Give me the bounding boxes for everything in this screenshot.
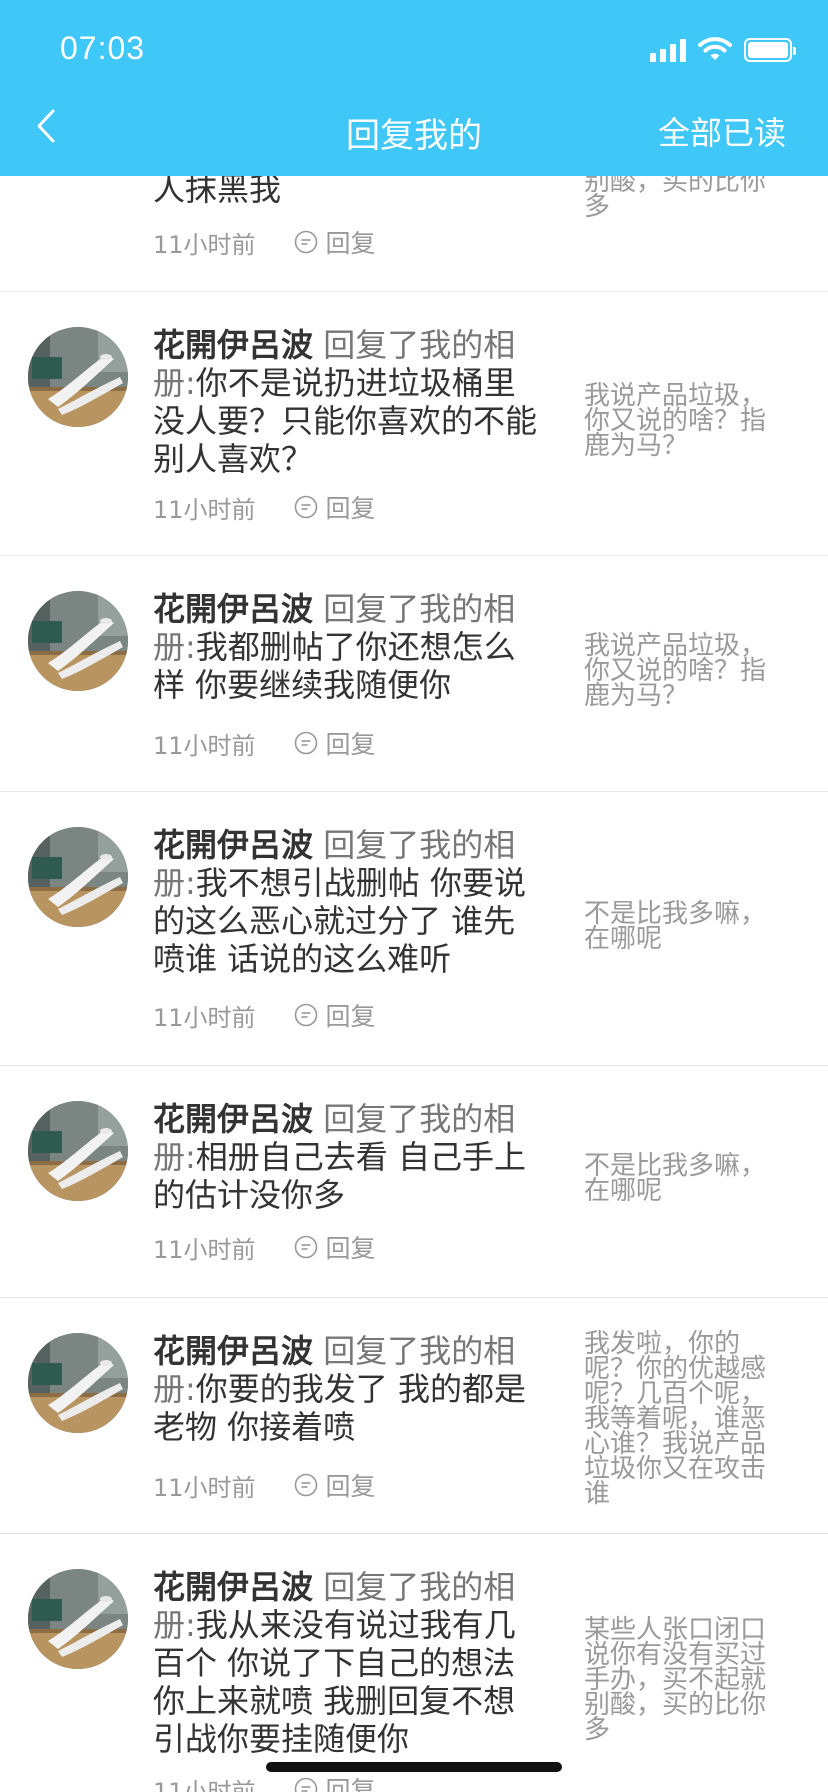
app-header: 07:03 回复我的 全部已读 [0, 0, 828, 176]
mark-all-read-button[interactable]: 全部已读 [658, 108, 786, 154]
battery-icon [744, 38, 796, 62]
reply-button[interactable]: 回复 [294, 1771, 376, 1792]
comment-icon [294, 495, 317, 519]
user-name[interactable]: 花開伊呂波 [153, 826, 313, 864]
reply-meta: 11小时前 回复 [153, 490, 376, 524]
reply-time: 11小时前 [153, 1003, 256, 1032]
reply-time: 11小时前 [153, 1473, 256, 1502]
reply-content: 花開伊呂波 回复了我的相册:你要的我发了 我的都是老物 你接着喷 [153, 1332, 545, 1446]
quoted-comment: 我说产品垃圾，你又说的啥？指鹿为马？ [584, 381, 767, 461]
list-item[interactable]: 花開伊呂波 回复了我的相册:相册自己去看 自己手上的估计没你多 11小时前 回复… [0, 1066, 828, 1298]
user-name[interactable]: 花開伊呂波 [153, 590, 313, 628]
reply-meta: 11小时前 回复 [153, 1468, 376, 1502]
reply-content: 花開伊呂波 回复了我的相册:相册自己去看 自己手上的估计没你多 [153, 1100, 545, 1214]
reply-text: 我从来没有说过我有几百个 你说了下自己的想法 你上来就喷 我删回复不想引战你要挂… [153, 1606, 516, 1758]
reply-button[interactable]: 回复 [294, 224, 376, 260]
reply-text: 你不是说扔进垃圾桶里没人要？只能你喜欢的不能别人喜欢？ [153, 364, 538, 478]
quoted-comment: 别酸，买的比你多 [584, 167, 767, 222]
comment-icon [294, 230, 317, 254]
list-item[interactable]: 花開伊呂波 回复了我的相册:我都删帖了你还想怎么样 你要继续我随便你 11小时前… [0, 556, 828, 792]
reply-button[interactable]: 回复 [294, 1229, 376, 1265]
reply-content: 花開伊呂波 回复了我的相册:我不想引战删帖 你要说的这么恶心就过分了 谁先喷谁 … [153, 826, 545, 978]
list-item[interactable]: 花開伊呂波 回复了我的相册:你不是说扔进垃圾桶里没人要？只能你喜欢的不能别人喜欢… [0, 292, 828, 556]
reply-label: 回复 [325, 1776, 376, 1792]
status-time: 07:03 [60, 30, 146, 66]
reply-meta: 11小时前 回复 [153, 726, 376, 760]
user-name[interactable]: 花開伊呂波 [153, 1100, 313, 1138]
user-name[interactable]: 花開伊呂波 [153, 1568, 313, 1606]
avatar[interactable] [28, 591, 128, 691]
reply-label: 回复 [325, 229, 376, 258]
avatar[interactable] [28, 1569, 128, 1669]
wifi-icon [698, 37, 732, 60]
avatar[interactable] [28, 1333, 128, 1433]
list-item[interactable]: 花開伊呂波 回复了我的相册:我从来没有说过我有几百个 你说了下自己的想法 你上来… [0, 1534, 828, 1792]
reply-label: 回复 [325, 1234, 376, 1263]
reply-time: 11小时前 [153, 731, 256, 760]
reply-meta: 11小时前 回复 [153, 1772, 376, 1792]
reply-button[interactable]: 回复 [294, 489, 376, 525]
quoted-comment: 某些人张口闭口说你有没有买过手办，买不起就别酸，买的比你多 [584, 1615, 767, 1745]
reply-label: 回复 [325, 1002, 376, 1031]
quoted-comment: 不是比我多嘛，在哪呢 [584, 899, 767, 954]
avatar[interactable] [28, 327, 128, 427]
reply-text: 我都删帖了你还想怎么样 你要继续我随便你 [153, 628, 516, 704]
quoted-comment: 不是比我多嘛，在哪呢 [584, 1151, 767, 1206]
reply-time: 11小时前 [153, 230, 256, 259]
reply-text: 相册自己去看 自己手上的估计没你多 [153, 1138, 526, 1214]
reply-label: 回复 [325, 730, 376, 759]
home-indicator [266, 1762, 562, 1772]
comment-icon [294, 1235, 317, 1259]
reply-time: 11小时前 [153, 495, 256, 524]
avatar[interactable] [28, 1101, 128, 1201]
reply-text: 我不想引战删帖 你要说的这么恶心就过分了 谁先喷谁 话说的这么难听 [153, 864, 526, 978]
reply-meta: 11小时前 回复 [153, 998, 376, 1032]
comment-icon [294, 1777, 317, 1792]
reply-button[interactable]: 回复 [294, 725, 376, 761]
quoted-comment: 我发啦，你的呢？你的优越感呢？几百个呢，我等着呢，谁恶心谁？我说产品垃圾你又在攻… [584, 1329, 767, 1509]
reply-meta: 11小时前 回复 [153, 225, 376, 259]
signal-icon [650, 38, 686, 62]
comment-icon [294, 1003, 317, 1027]
reply-button[interactable]: 回复 [294, 997, 376, 1033]
comment-icon [294, 731, 317, 755]
avatar[interactable] [28, 827, 128, 927]
list-item[interactable]: 花開伊呂波 回复了我的相册:你要的我发了 我的都是老物 你接着喷 11小时前 回… [0, 1298, 828, 1534]
reply-time: 11小时前 [153, 1777, 256, 1792]
user-name[interactable]: 花開伊呂波 [153, 1332, 313, 1370]
reply-button[interactable]: 回复 [294, 1467, 376, 1503]
list-item[interactable]: 花開伊呂波 回复了我的相册:我不想引战删帖 你要说的这么恶心就过分了 谁先喷谁 … [0, 792, 828, 1066]
reply-label: 回复 [325, 1472, 376, 1501]
reply-time: 11小时前 [153, 1235, 256, 1264]
reply-content: 花開伊呂波 回复了我的相册:你不是说扔进垃圾桶里没人要？只能你喜欢的不能别人喜欢… [153, 326, 545, 478]
reply-text: 你要的我发了 我的都是老物 你接着喷 [153, 1370, 526, 1446]
status-icons [650, 36, 796, 62]
reply-label: 回复 [325, 494, 376, 523]
reply-meta: 11小时前 回复 [153, 1230, 376, 1264]
quoted-comment: 我说产品垃圾，你又说的啥？指鹿为马？ [584, 631, 767, 711]
user-name[interactable]: 花開伊呂波 [153, 326, 313, 364]
reply-content: 花開伊呂波 回复了我的相册:我都删帖了你还想怎么样 你要继续我随便你 [153, 590, 545, 704]
reply-content: 花開伊呂波 回复了我的相册:我从来没有说过我有几百个 你说了下自己的想法 你上来… [153, 1568, 545, 1758]
comment-icon [294, 1473, 317, 1497]
